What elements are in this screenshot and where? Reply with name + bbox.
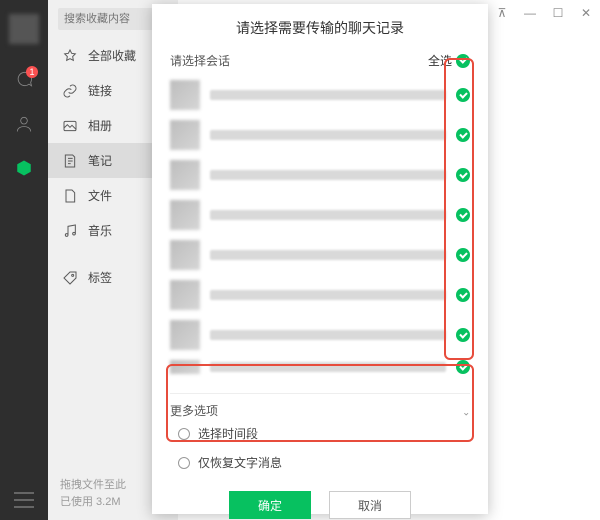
check-icon <box>456 168 470 182</box>
chat-row[interactable] <box>170 275 470 315</box>
confirm-button[interactable]: 确定 <box>229 491 311 519</box>
chat-avatar <box>170 280 200 310</box>
check-icon <box>456 248 470 262</box>
unread-badge: 1 <box>26 66 38 78</box>
hamburger-menu-icon[interactable] <box>14 492 34 508</box>
sidebar-item-label: 笔记 <box>88 152 112 169</box>
select-conversation-label: 请选择会话 <box>170 52 230 69</box>
sidebar-item-label: 音乐 <box>88 222 112 239</box>
check-icon <box>456 288 470 302</box>
radio-icon <box>178 428 190 440</box>
sidebar-item-label: 链接 <box>88 82 112 99</box>
chat-list <box>170 75 470 379</box>
dialog-buttons: 确定 取消 <box>170 477 470 519</box>
music-icon <box>62 223 78 239</box>
chat-avatar <box>170 320 200 350</box>
chat-avatar <box>170 120 200 150</box>
chat-name-blur <box>210 330 446 340</box>
maximize-icon[interactable]: ☐ <box>552 6 564 20</box>
contacts-icon[interactable] <box>14 114 34 134</box>
chat-icon[interactable]: 1 <box>14 70 34 90</box>
check-icon <box>456 360 470 374</box>
close-icon[interactable]: ✕ <box>580 6 592 20</box>
sidebar-item-label: 相册 <box>88 117 112 134</box>
footer-hint: 拖拽文件至此 <box>60 477 166 494</box>
sidebar-item-label: 全部收藏 <box>88 47 136 64</box>
more-options-toggle[interactable]: 更多选项 ⌃ <box>170 402 470 419</box>
chat-avatar <box>170 200 200 230</box>
chat-row[interactable] <box>170 235 470 275</box>
link-icon <box>62 83 78 99</box>
option-label: 仅恢复文字消息 <box>198 454 282 471</box>
more-options-label: 更多选项 <box>170 402 218 419</box>
pin-icon[interactable]: ⊼ <box>496 6 508 20</box>
chat-avatar <box>170 240 200 270</box>
option-text-only[interactable]: 仅恢复文字消息 <box>170 448 470 477</box>
chat-avatar <box>170 360 200 374</box>
more-options-section: 更多选项 ⌃ 选择时间段 仅恢复文字消息 <box>170 393 470 477</box>
chat-row[interactable] <box>170 355 470 379</box>
chat-name-blur <box>210 210 446 220</box>
note-icon <box>62 153 78 169</box>
star-icon <box>62 48 78 64</box>
chat-name-blur <box>210 130 446 140</box>
window-controls: ⊼ — ☐ ✕ <box>496 6 592 20</box>
photo-icon <box>62 118 78 134</box>
chat-row[interactable] <box>170 75 470 115</box>
app-rail: 1 <box>0 0 48 520</box>
chevron-up-icon: ⌃ <box>462 405 470 416</box>
chat-row[interactable] <box>170 115 470 155</box>
chat-avatar <box>170 80 200 110</box>
chat-row[interactable] <box>170 155 470 195</box>
option-label: 选择时间段 <box>198 425 258 442</box>
chat-row[interactable] <box>170 195 470 235</box>
option-time-range[interactable]: 选择时间段 <box>170 419 470 448</box>
chat-row[interactable] <box>170 315 470 355</box>
check-icon <box>456 328 470 342</box>
chat-name-blur <box>210 362 446 372</box>
radio-icon <box>178 457 190 469</box>
cancel-button[interactable]: 取消 <box>329 491 411 519</box>
select-all-label: 全选 <box>428 52 452 69</box>
sidebar-item-label: 标签 <box>88 269 112 286</box>
footer-usage: 已使用 3.2M <box>60 494 166 511</box>
minimize-icon[interactable]: — <box>524 6 536 20</box>
check-icon <box>456 128 470 142</box>
conversation-header: 请选择会话 全选 <box>170 52 470 69</box>
check-icon <box>456 88 470 102</box>
tag-icon <box>62 270 78 286</box>
sidebar-item-label: 文件 <box>88 187 112 204</box>
file-icon <box>62 188 78 204</box>
dialog-title: 请选择需要传输的聊天记录 <box>170 18 470 38</box>
chat-name-blur <box>210 290 446 300</box>
chat-avatar <box>170 160 200 190</box>
user-avatar[interactable] <box>9 14 39 44</box>
favorites-icon[interactable] <box>14 158 34 178</box>
check-icon <box>456 54 470 68</box>
chat-name-blur <box>210 170 446 180</box>
select-all-toggle[interactable]: 全选 <box>428 52 470 69</box>
chat-name-blur <box>210 90 446 100</box>
check-icon <box>456 208 470 222</box>
transfer-dialog: 请选择需要传输的聊天记录 请选择会话 全选 更多选项 ⌃ 选择时间段 仅恢复文字… <box>152 4 488 514</box>
chat-name-blur <box>210 250 446 260</box>
